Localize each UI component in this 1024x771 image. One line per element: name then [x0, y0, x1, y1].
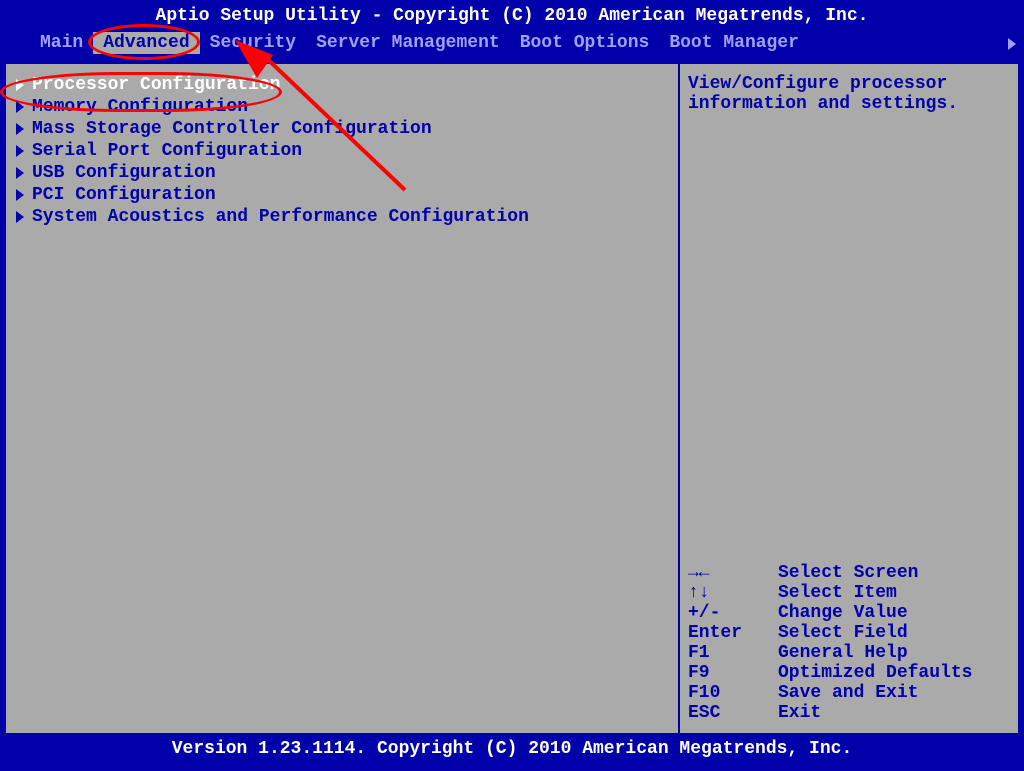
key-row: Enter Select Field [688, 623, 1010, 643]
key-row: +/- Change Value [688, 603, 1010, 623]
entry-acoustics-perf-config[interactable]: System Acoustics and Performance Configu… [14, 206, 670, 228]
chevron-right-icon [16, 145, 24, 157]
chevron-right-icon [16, 189, 24, 201]
menu-boot-manager[interactable]: Boot Manager [659, 32, 809, 54]
key-row: ↑↓ Select Item [688, 583, 1010, 603]
entry-memory-config[interactable]: Memory Configuration [14, 96, 670, 118]
chevron-right-icon [16, 123, 24, 135]
main-panel: Processor Configuration Memory Configura… [4, 62, 680, 735]
key-row: F9 Optimized Defaults [688, 663, 1010, 683]
key-row: F1 General Help [688, 643, 1010, 663]
entry-mass-storage-config[interactable]: Mass Storage Controller Configuration [14, 118, 670, 140]
nav-right-icon[interactable] [1008, 38, 1016, 50]
entry-pci-config[interactable]: PCI Configuration [14, 184, 670, 206]
chevron-right-icon [16, 101, 24, 113]
chevron-right-icon [16, 79, 24, 91]
top-menu-bar: Main Advanced Security Server Management… [0, 30, 1024, 60]
menu-server-management[interactable]: Server Management [306, 32, 510, 54]
key-legend: →← Select Screen ↑↓ Select Item +/- Chan… [688, 563, 1010, 723]
menu-advanced[interactable]: Advanced [93, 32, 199, 54]
chevron-right-icon [16, 211, 24, 223]
menu-boot-options[interactable]: Boot Options [510, 32, 660, 54]
entry-serial-port-config[interactable]: Serial Port Configuration [14, 140, 670, 162]
help-panel: View/Configure processor information and… [680, 62, 1020, 735]
help-text: View/Configure processor information and… [688, 74, 1010, 114]
footer-text: Version 1.23.1114. Copyright (C) 2010 Am… [0, 735, 1024, 765]
key-row: F10 Save and Exit [688, 683, 1010, 703]
menu-security[interactable]: Security [200, 32, 306, 54]
chevron-right-icon [16, 167, 24, 179]
key-row: ESC Exit [688, 703, 1010, 723]
key-row: →← Select Screen [688, 563, 1010, 583]
entry-processor-config[interactable]: Processor Configuration [14, 74, 670, 96]
entry-usb-config[interactable]: USB Configuration [14, 162, 670, 184]
header-title: Aptio Setup Utility - Copyright (C) 2010… [0, 0, 1024, 30]
menu-main[interactable]: Main [30, 32, 93, 54]
